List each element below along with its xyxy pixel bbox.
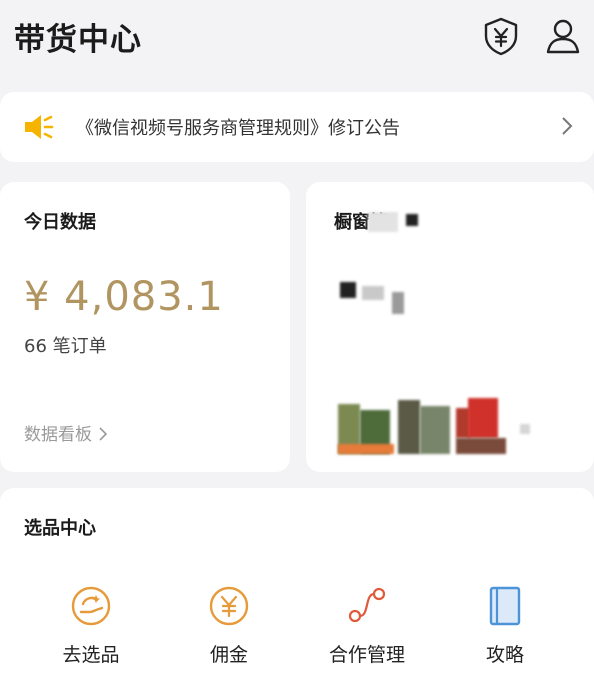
select-product-icon <box>69 584 113 628</box>
sales-amount: ¥ 4,083.1 <box>24 274 224 320</box>
pixelated-area <box>340 282 356 298</box>
commission-button[interactable]: 佣金 <box>174 584 284 674</box>
product-thumbnail <box>456 438 506 454</box>
announcement-bar[interactable]: 《微信视频号服务商管理规则》修订公告 <box>0 92 594 162</box>
product-thumbnail <box>338 444 394 454</box>
commission-label: 佣金 <box>209 644 248 666</box>
selection-center-title: 选品中心 <box>24 518 96 539</box>
cooperation-button[interactable]: 合作管理 <box>312 584 422 674</box>
shield-yen-icon[interactable] <box>482 16 520 56</box>
today-data-card: 今日数据 ¥ 4,083.1 66 笔订单 数据看板 <box>0 182 290 472</box>
pixelated-area <box>392 292 404 314</box>
guide-button[interactable]: 攻略 <box>450 584 560 674</box>
pixelated-area <box>362 286 384 300</box>
book-icon <box>483 584 527 628</box>
cooperation-icon <box>345 584 389 628</box>
product-thumbnail <box>398 400 420 454</box>
select-product-button[interactable]: 去选品 <box>36 584 146 674</box>
cooperation-label: 合作管理 <box>328 644 405 666</box>
pixelated-area <box>368 212 398 232</box>
selection-center-card: 选品中心 去选品 佣金 合作管理 攻略 <box>0 488 594 687</box>
user-icon[interactable] <box>544 16 582 56</box>
order-count: 66 笔订单 <box>24 336 107 357</box>
pixelated-area <box>520 424 530 434</box>
page-title: 带货中心 <box>14 22 142 58</box>
yen-coin-icon <box>207 584 251 628</box>
chevron-right-icon <box>557 112 577 140</box>
speaker-icon <box>22 112 54 142</box>
product-thumbnail <box>420 406 450 454</box>
product-thumbnail <box>468 398 498 438</box>
select-product-label: 去选品 <box>62 644 120 666</box>
data-board-label: 数据看板 <box>24 425 92 445</box>
pixelated-area <box>406 214 418 226</box>
today-data-title: 今日数据 <box>24 212 96 233</box>
announcement-text: 《微信视频号服务商管理规则》修订公告 <box>76 118 400 139</box>
guide-label: 攻略 <box>485 644 524 666</box>
data-board-link[interactable]: 数据看板 <box>24 420 108 445</box>
chevron-right-icon <box>98 426 108 441</box>
showcase-card[interactable]: 橱窗管 <box>306 182 594 472</box>
header: 带货中心 <box>0 0 594 80</box>
